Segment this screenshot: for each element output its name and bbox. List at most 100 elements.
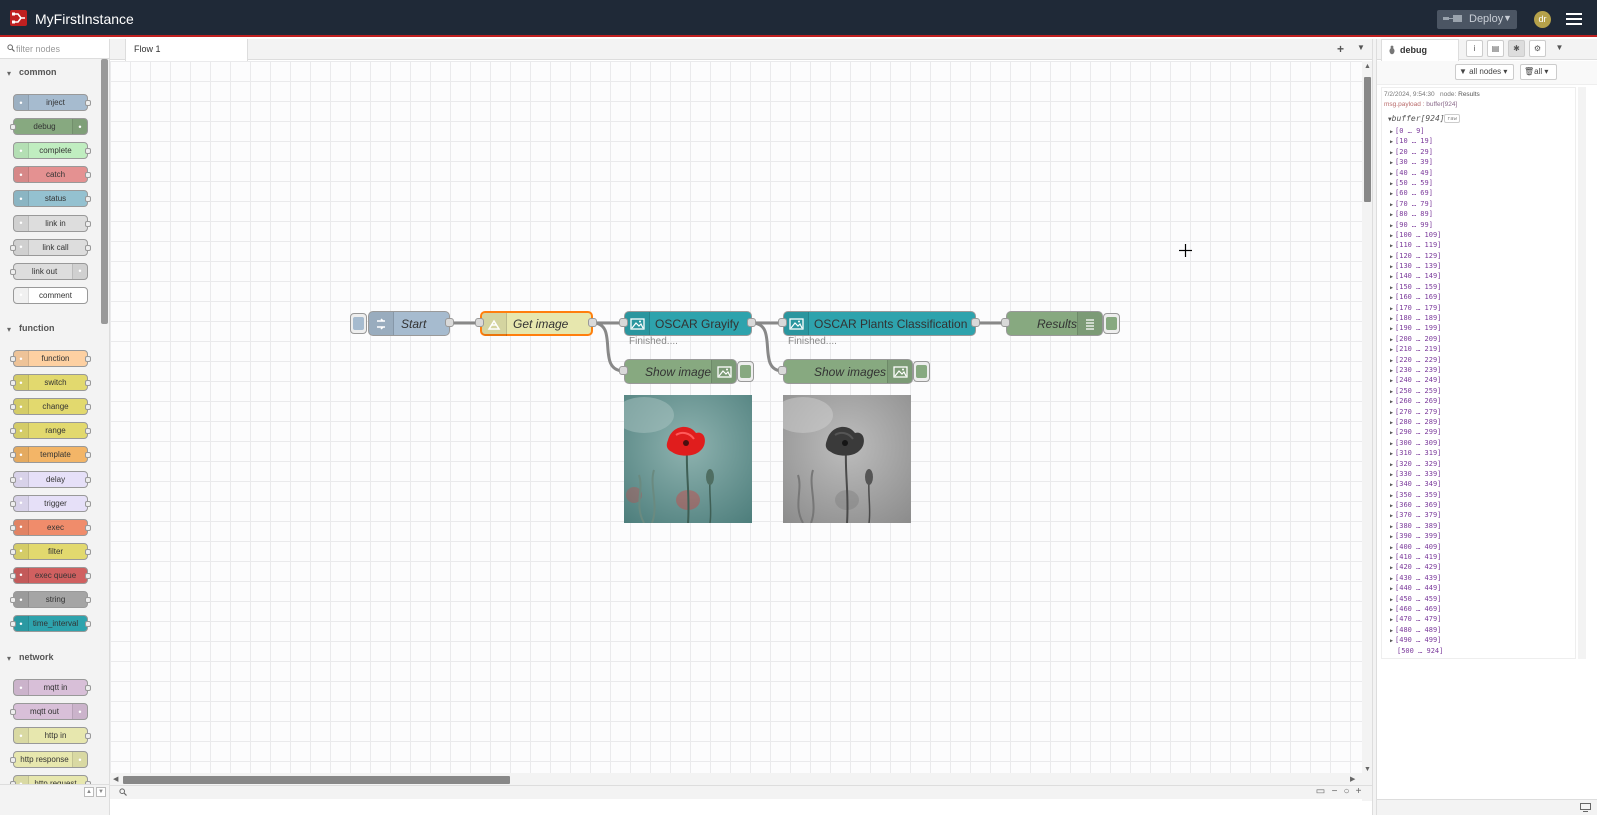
get-image-input-port[interactable] [475,318,484,327]
palette-category-network[interactable]: ▾ network [0,646,100,670]
palette-node-comment[interactable]: • comment [13,286,88,304]
buffer-range-row[interactable]: ▶ [80 … 89] [1388,209,1568,219]
add-flow-icon[interactable]: + [1337,42,1344,56]
scroll-right-icon[interactable]: ▶ [1350,775,1355,783]
buffer-range-row[interactable]: ▶ [350 … 359] [1388,490,1568,500]
buffer-range-row[interactable]: ▶ [0 … 9] [1388,126,1568,136]
buffer-range-row[interactable]: ▶ [490 … 499] [1388,635,1568,645]
palette-node-delay[interactable]: • delay [10,470,91,488]
buffer-range-row[interactable]: ▶ [120 … 129] [1388,251,1568,261]
palette-node-status[interactable]: • status [13,190,91,208]
buffer-range-row[interactable]: ▶ [140 … 149] [1388,271,1568,281]
buffer-range-row[interactable]: ▶ [420 … 429] [1388,562,1568,572]
palette-scrollbar[interactable] [101,59,108,324]
buffer-range-row[interactable]: ▶ [130 … 139] [1388,261,1568,271]
palette-node-function[interactable]: • function [10,350,91,367]
scrollbar-thumb[interactable] [123,776,510,784]
raw-toggle-button[interactable]: raw [1444,114,1460,123]
palette-node-range[interactable]: • range [10,422,91,440]
collapse-all-icon[interactable]: ▲ [84,787,94,797]
buffer-range-row[interactable]: ▶ [290 … 299] [1388,427,1568,437]
info-icon[interactable]: i [1466,40,1483,57]
palette-node-link-call[interactable]: • link call [10,238,91,256]
buffer-range-row[interactable]: [500 … 924] [1388,646,1568,656]
buffer-range-row[interactable]: ▶ [280 … 289] [1388,417,1568,427]
palette-node-debug[interactable]: • debug [10,118,88,136]
get-image-output-port[interactable] [588,318,597,327]
palette-node-time-interval[interactable]: • time_interval [10,615,91,633]
buffer-range-row[interactable]: ▶ [60 … 69] [1388,188,1568,198]
expand-all-icon[interactable]: ▼ [96,787,106,797]
palette-node-inject[interactable]: • inject [13,94,91,111]
buffer-range-row[interactable]: ▶ [100 … 109] [1388,230,1568,240]
show-images-node[interactable]: Show images [783,359,913,384]
buffer-range-row[interactable]: ▶ [110 … 119] [1388,240,1568,250]
palette-node-change[interactable]: • change [10,398,91,416]
palette-node-link-in[interactable]: • link in [13,214,91,232]
flow-canvas[interactable]: Start Get image OSCAR Grayify Finished..… [110,61,1362,787]
book-icon[interactable]: ▤ [1487,40,1504,57]
results-input-port[interactable] [1001,318,1010,327]
gear-icon[interactable]: ⚙ [1529,40,1546,57]
palette-node-exec-queue[interactable]: • exec queue [10,566,91,584]
tab-debug[interactable]: debug [1381,39,1459,61]
buffer-range-row[interactable]: ▶ [310 … 319] [1388,448,1568,458]
user-avatar[interactable]: dr [1534,11,1551,28]
palette-node-mqtt-out[interactable]: • mqtt out [10,703,88,721]
sidebar-menu-caret-icon[interactable]: ▼ [1551,40,1568,57]
palette-node-template[interactable]: • template [10,446,91,464]
palette-node-exec[interactable]: • exec [10,518,91,536]
buffer-range-row[interactable]: ▶ [70 … 79] [1388,199,1568,209]
buffer-range-row[interactable]: ▶ [220 … 229] [1388,355,1568,365]
buffer-range-row[interactable]: ▶ [240 … 249] [1388,375,1568,385]
buffer-range-row[interactable]: ▶ [300 … 309] [1388,438,1568,448]
buffer-range-row[interactable]: ▶ [20 … 29] [1388,147,1568,157]
start-inject-button[interactable] [350,313,367,334]
buffer-range-row[interactable]: ▶ [380 … 389] [1388,521,1568,531]
navigator-icon[interactable]: ▭ [1315,787,1326,798]
start-output-port[interactable] [445,318,454,327]
deploy-menu-caret-icon[interactable]: ▼ [1503,13,1512,23]
scrollbar-thumb[interactable] [1579,87,1585,659]
buffer-range-row[interactable]: ▶ [210 … 219] [1388,344,1568,354]
palette-node-trigger[interactable]: • trigger [10,494,91,512]
results-debug-node[interactable]: Results [1006,311,1103,336]
zoom-out-icon[interactable]: − [1329,787,1340,798]
buffer-range-row[interactable]: ▶ [250 … 259] [1388,386,1568,396]
canvas-vertical-scrollbar[interactable]: ▲ ▼ [1362,61,1372,801]
buffer-range-row[interactable]: ▶ [340 … 349] [1388,479,1568,489]
buffer-range-row[interactable]: ▶ [160 … 169] [1388,292,1568,302]
palette-node-mqtt-in[interactable]: • mqtt in [13,679,91,696]
buffer-range-row[interactable]: ▶ [50 … 59] [1388,178,1568,188]
palette-node-http-response[interactable]: • http response [10,751,88,769]
palette-node-http-in[interactable]: • http in [13,727,91,745]
palette-node-filter[interactable]: • filter [10,542,91,560]
buffer-range-row[interactable]: ▶ [450 … 459] [1388,594,1568,604]
debug-scrollbar[interactable] [1578,87,1586,659]
show-image-input-port[interactable] [619,366,628,375]
buffer-range-row[interactable]: ▶ [40 … 49] [1388,168,1568,178]
palette-node-string[interactable]: • string [10,591,91,608]
main-menu-icon[interactable] [1566,13,1582,26]
buffer-range-row[interactable]: ▶ [230 … 239] [1388,365,1568,375]
buffer-range-row[interactable]: ▶ [270 … 279] [1388,407,1568,417]
buffer-range-row[interactable]: ▶ [400 … 409] [1388,542,1568,552]
buffer-range-row[interactable]: ▶ [460 … 469] [1388,604,1568,614]
buffer-range-row[interactable]: ▶ [480 … 489] [1388,625,1568,635]
message-node-name[interactable]: Results [1458,91,1480,98]
oscar-grayify-node[interactable]: OSCAR Grayify [624,311,752,336]
buffer-range-row[interactable]: ▶ [90 … 99] [1388,220,1568,230]
show-image-toggle-button[interactable] [737,361,754,382]
palette-node-complete[interactable]: • complete [13,142,91,160]
buffer-range-row[interactable]: ▶ [200 … 209] [1388,334,1568,344]
buffer-range-row[interactable]: ▶ [360 … 369] [1388,500,1568,510]
scroll-left-icon[interactable]: ◀ [113,775,118,783]
buffer-range-row[interactable]: ▶ [320 … 329] [1388,459,1568,469]
plants-output-port[interactable] [971,318,980,327]
show-image-node[interactable]: Show image [624,359,737,384]
tab-flow-1[interactable]: Flow 1 [125,39,248,61]
palette-category-common[interactable]: ▾ common [0,61,100,85]
buffer-range-row[interactable]: ▶ [260 … 269] [1388,396,1568,406]
zoom-reset-icon[interactable]: ○ [1341,787,1352,798]
palette-node-switch[interactable]: • switch [10,374,91,392]
